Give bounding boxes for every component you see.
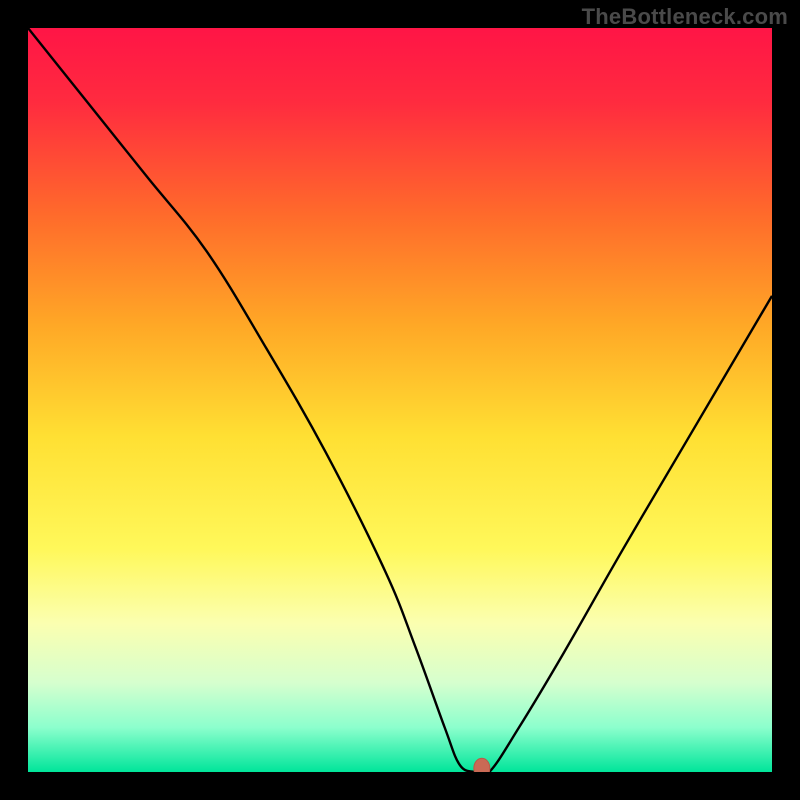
gradient-background bbox=[28, 28, 772, 772]
chart-svg bbox=[28, 28, 772, 772]
chart-plot-area bbox=[28, 28, 772, 772]
watermark-label: TheBottleneck.com bbox=[582, 4, 788, 30]
chart-frame: TheBottleneck.com bbox=[0, 0, 800, 800]
